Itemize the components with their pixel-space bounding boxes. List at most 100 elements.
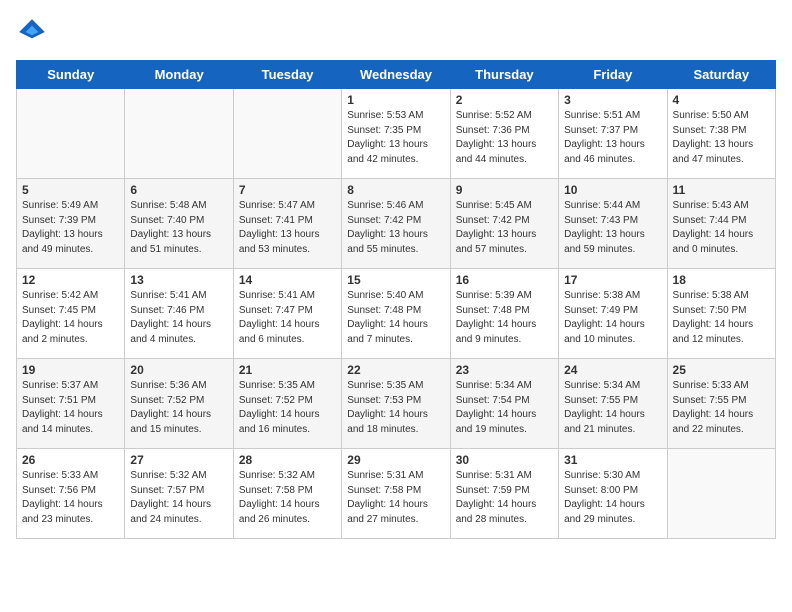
calendar-cell: 27 Sunrise: 5:32 AM Sunset: 7:57 PM Dayli… (125, 449, 233, 539)
col-header-friday: Friday (559, 61, 667, 89)
day-number: 15 (347, 273, 444, 287)
day-info: Sunrise: 5:44 AM Sunset: 7:43 PM Dayligh… (564, 199, 661, 257)
calendar-cell: 1 Sunrise: 5:53 AM Sunset: 7:35 PM Daylig… (342, 89, 450, 179)
day-number: 1 (347, 93, 444, 107)
day-info: Sunrise: 5:31 AM Sunset: 7:59 PM Dayligh… (456, 469, 553, 527)
day-number: 26 (22, 453, 119, 467)
calendar-cell: 15 Sunrise: 5:40 AM Sunset: 7:48 PM Dayli… (342, 269, 450, 359)
day-info: Sunrise: 5:34 AM Sunset: 7:55 PM Dayligh… (564, 379, 661, 437)
calendar-cell (125, 89, 233, 179)
day-info: Sunrise: 5:53 AM Sunset: 7:35 PM Dayligh… (347, 109, 444, 167)
calendar-week-row: 1 Sunrise: 5:53 AM Sunset: 7:35 PM Daylig… (17, 89, 776, 179)
day-number: 17 (564, 273, 661, 287)
calendar-cell: 2 Sunrise: 5:52 AM Sunset: 7:36 PM Daylig… (450, 89, 558, 179)
calendar-cell: 8 Sunrise: 5:46 AM Sunset: 7:42 PM Daylig… (342, 179, 450, 269)
calendar-cell: 13 Sunrise: 5:41 AM Sunset: 7:46 PM Dayli… (125, 269, 233, 359)
calendar-cell: 10Sunrise: 5:44 AM Sunset: 7:43 PM Dayli… (559, 179, 667, 269)
day-info: Sunrise: 5:48 AM Sunset: 7:40 PM Dayligh… (130, 199, 227, 257)
day-info: Sunrise: 5:33 AM Sunset: 7:55 PM Dayligh… (673, 379, 770, 437)
day-info: Sunrise: 5:43 AM Sunset: 7:44 PM Dayligh… (673, 199, 770, 257)
calendar-cell: 30Sunrise: 5:31 AM Sunset: 7:59 PM Dayli… (450, 449, 558, 539)
page-header (16, 16, 776, 48)
calendar-cell: 20 Sunrise: 5:36 AM Sunset: 7:52 PM Dayli… (125, 359, 233, 449)
calendar-cell: 7Sunrise: 5:47 AM Sunset: 7:41 PM Daylig… (233, 179, 341, 269)
calendar-cell: 14 Sunrise: 5:41 AM Sunset: 7:47 PM Dayli… (233, 269, 341, 359)
day-info: Sunrise: 5:31 AM Sunset: 7:58 PM Dayligh… (347, 469, 444, 527)
day-number: 14 (239, 273, 336, 287)
calendar-cell: 5Sunrise: 5:49 AM Sunset: 7:39 PM Daylig… (17, 179, 125, 269)
day-info: Sunrise: 5:33 AM Sunset: 7:56 PM Dayligh… (22, 469, 119, 527)
day-number: 28 (239, 453, 336, 467)
day-info: Sunrise: 5:35 AM Sunset: 7:52 PM Dayligh… (239, 379, 336, 437)
calendar-cell (17, 89, 125, 179)
day-number: 21 (239, 363, 336, 377)
calendar-cell: 24Sunrise: 5:34 AM Sunset: 7:55 PM Dayli… (559, 359, 667, 449)
day-info: Sunrise: 5:50 AM Sunset: 7:38 PM Dayligh… (673, 109, 770, 167)
day-number: 22 (347, 363, 444, 377)
day-info: Sunrise: 5:36 AM Sunset: 7:52 PM Dayligh… (130, 379, 227, 437)
calendar-cell: 22Sunrise: 5:35 AM Sunset: 7:53 PM Dayli… (342, 359, 450, 449)
day-info: Sunrise: 5:39 AM Sunset: 7:48 PM Dayligh… (456, 289, 553, 347)
calendar-week-row: 12 Sunrise: 5:42 AM Sunset: 7:45 PM Dayli… (17, 269, 776, 359)
col-header-thursday: Thursday (450, 61, 558, 89)
day-info: Sunrise: 5:46 AM Sunset: 7:42 PM Dayligh… (347, 199, 444, 257)
day-number: 29 (347, 453, 444, 467)
calendar-table: SundayMondayTuesdayWednesdayThursdayFrid… (16, 60, 776, 539)
day-number: 27 (130, 453, 227, 467)
calendar-week-row: 26 Sunrise: 5:33 AM Sunset: 7:56 PM Dayli… (17, 449, 776, 539)
col-header-wednesday: Wednesday (342, 61, 450, 89)
day-number: 2 (456, 93, 553, 107)
day-number: 18 (673, 273, 770, 287)
day-number: 7 (239, 183, 336, 197)
day-info: Sunrise: 5:41 AM Sunset: 7:46 PM Dayligh… (130, 289, 227, 347)
calendar-cell: 26 Sunrise: 5:33 AM Sunset: 7:56 PM Dayli… (17, 449, 125, 539)
day-info: Sunrise: 5:45 AM Sunset: 7:42 PM Dayligh… (456, 199, 553, 257)
day-info: Sunrise: 5:52 AM Sunset: 7:36 PM Dayligh… (456, 109, 553, 167)
calendar-cell: 6 Sunrise: 5:48 AM Sunset: 7:40 PM Daylig… (125, 179, 233, 269)
calendar-cell: 19 Sunrise: 5:37 AM Sunset: 7:51 PM Dayli… (17, 359, 125, 449)
day-info: Sunrise: 5:32 AM Sunset: 7:58 PM Dayligh… (239, 469, 336, 527)
day-number: 23 (456, 363, 553, 377)
calendar-week-row: 19 Sunrise: 5:37 AM Sunset: 7:51 PM Dayli… (17, 359, 776, 449)
col-header-tuesday: Tuesday (233, 61, 341, 89)
day-number: 25 (673, 363, 770, 377)
day-number: 4 (673, 93, 770, 107)
day-number: 13 (130, 273, 227, 287)
day-number: 3 (564, 93, 661, 107)
day-info: Sunrise: 5:32 AM Sunset: 7:57 PM Dayligh… (130, 469, 227, 527)
calendar-cell: 25 Sunrise: 5:33 AM Sunset: 7:55 PM Dayli… (667, 359, 775, 449)
day-info: Sunrise: 5:37 AM Sunset: 7:51 PM Dayligh… (22, 379, 119, 437)
logo-icon (16, 16, 48, 48)
day-info: Sunrise: 5:40 AM Sunset: 7:48 PM Dayligh… (347, 289, 444, 347)
day-number: 16 (456, 273, 553, 287)
day-number: 8 (347, 183, 444, 197)
calendar-cell: 9 Sunrise: 5:45 AM Sunset: 7:42 PM Daylig… (450, 179, 558, 269)
calendar-cell: 12 Sunrise: 5:42 AM Sunset: 7:45 PM Dayli… (17, 269, 125, 359)
calendar-cell: 17 Sunrise: 5:38 AM Sunset: 7:49 PM Dayli… (559, 269, 667, 359)
day-number: 19 (22, 363, 119, 377)
day-number: 31 (564, 453, 661, 467)
calendar-cell: 18Sunrise: 5:38 AM Sunset: 7:50 PM Dayli… (667, 269, 775, 359)
calendar-cell (667, 449, 775, 539)
col-header-monday: Monday (125, 61, 233, 89)
calendar-cell: 21 Sunrise: 5:35 AM Sunset: 7:52 PM Dayli… (233, 359, 341, 449)
logo (16, 16, 52, 48)
day-info: Sunrise: 5:49 AM Sunset: 7:39 PM Dayligh… (22, 199, 119, 257)
calendar-cell: 29 Sunrise: 5:31 AM Sunset: 7:58 PM Dayli… (342, 449, 450, 539)
day-number: 20 (130, 363, 227, 377)
calendar-cell: 3 Sunrise: 5:51 AM Sunset: 7:37 PM Daylig… (559, 89, 667, 179)
day-number: 12 (22, 273, 119, 287)
calendar-cell (233, 89, 341, 179)
day-info: Sunrise: 5:42 AM Sunset: 7:45 PM Dayligh… (22, 289, 119, 347)
day-info: Sunrise: 5:41 AM Sunset: 7:47 PM Dayligh… (239, 289, 336, 347)
day-info: Sunrise: 5:51 AM Sunset: 7:37 PM Dayligh… (564, 109, 661, 167)
col-header-sunday: Sunday (17, 61, 125, 89)
col-header-saturday: Saturday (667, 61, 775, 89)
calendar-cell: 23 Sunrise: 5:34 AM Sunset: 7:54 PM Dayli… (450, 359, 558, 449)
calendar-cell: 11Sunrise: 5:43 AM Sunset: 7:44 PM Dayli… (667, 179, 775, 269)
day-info: Sunrise: 5:34 AM Sunset: 7:54 PM Dayligh… (456, 379, 553, 437)
day-number: 6 (130, 183, 227, 197)
day-number: 9 (456, 183, 553, 197)
calendar-cell: 31Sunrise: 5:30 AM Sunset: 8:00 PM Dayli… (559, 449, 667, 539)
day-info: Sunrise: 5:38 AM Sunset: 7:49 PM Dayligh… (564, 289, 661, 347)
